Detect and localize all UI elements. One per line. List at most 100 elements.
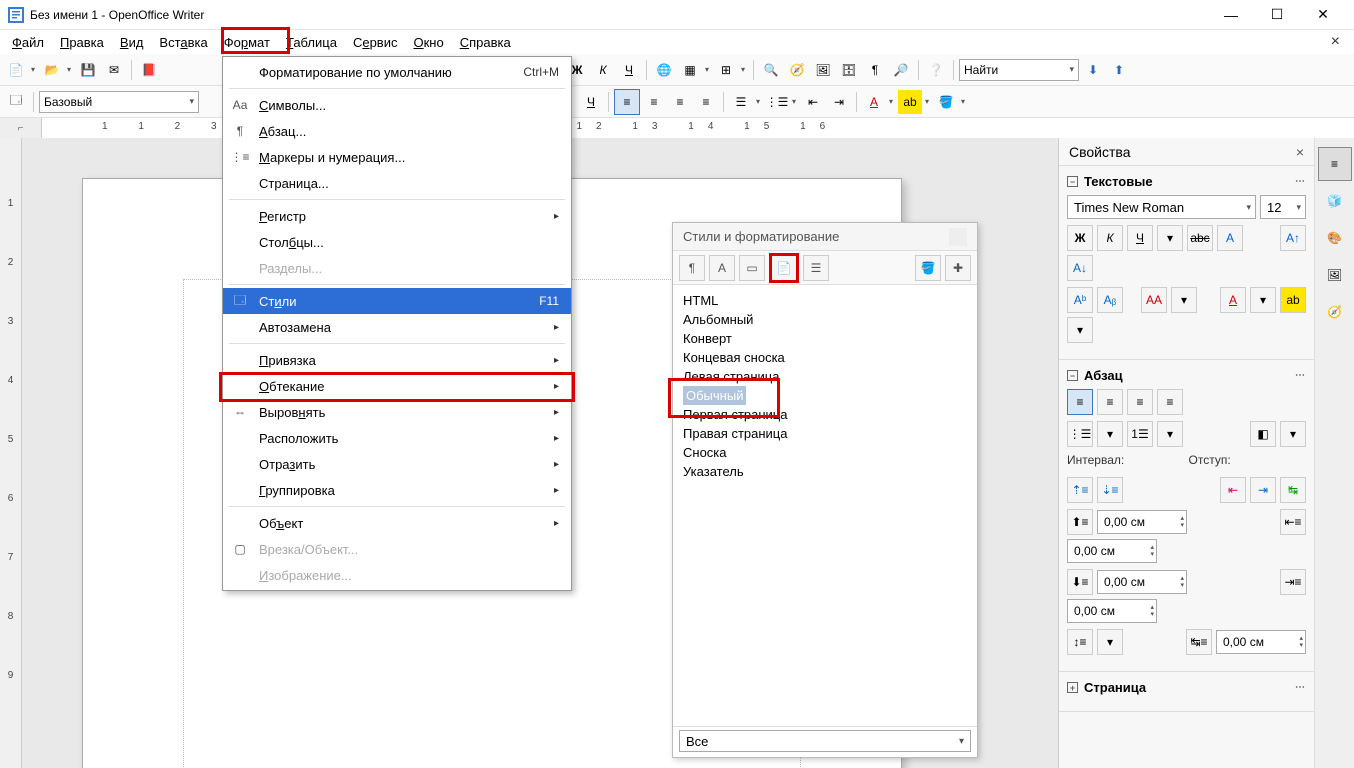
help-icon[interactable]: ❔ (924, 58, 948, 82)
style-item[interactable]: Конверт (681, 329, 969, 348)
para-align-center[interactable]: ≡ (1097, 389, 1123, 415)
menu-flip[interactable]: Отразить▸ (223, 451, 571, 477)
underline-drop[interactable]: ▾ (1157, 225, 1183, 251)
char-styles-icon[interactable]: A (709, 255, 735, 281)
tab-gallery-icon[interactable]: 🎨 (1318, 221, 1352, 255)
collapse-icon[interactable]: − (1067, 370, 1078, 381)
italic-button[interactable]: К (1097, 225, 1123, 251)
bg-button[interactable]: ◧ (1250, 421, 1276, 447)
spacing-inc-button[interactable]: ⇡≡ (1067, 477, 1093, 503)
menu-columns[interactable]: Столбцы... (223, 229, 571, 255)
indent-dec-button[interactable]: ⇤ (1220, 477, 1246, 503)
line-spacing-drop[interactable]: ▾ (1097, 629, 1123, 655)
save-icon[interactable]: 💾 (76, 58, 100, 82)
indent-right-spin[interactable]: 0,00 см (1067, 599, 1157, 623)
menu-case[interactable]: Регистр▸ (223, 203, 571, 229)
navigator-icon[interactable]: 🧭 (785, 58, 809, 82)
style-item[interactable]: Правая страница (681, 424, 969, 443)
align-left-icon[interactable]: ≡ (614, 89, 640, 115)
menu-default-formatting[interactable]: Форматирование по умолчанию Ctrl+M (223, 59, 571, 85)
menu-view[interactable]: Вид (112, 32, 152, 53)
para-styles-icon[interactable]: ¶ (679, 255, 705, 281)
nonprinting-chars-icon[interactable]: ¶ (863, 58, 887, 82)
new-style-icon[interactable]: ✚ (945, 255, 971, 281)
bg-drop[interactable]: ▾ (1280, 421, 1306, 447)
shadow-button[interactable]: A (1217, 225, 1243, 251)
menu-bullets[interactable]: ⋮≡Маркеры и нумерация... (223, 144, 571, 170)
para-align-left[interactable]: ≡ (1067, 389, 1093, 415)
spacing-button[interactable]: АА (1141, 287, 1167, 313)
gallery-icon[interactable]: 🖼 (811, 58, 835, 82)
menu-arrange[interactable]: Расположить▸ (223, 425, 571, 451)
open-icon[interactable]: 📂 (40, 58, 64, 82)
style-item[interactable]: Левая страница (681, 367, 969, 386)
space-below-spin[interactable]: 0,00 см (1097, 570, 1187, 594)
underline-button[interactable]: Ч (1127, 225, 1153, 251)
more-icon[interactable]: ⋯ (1295, 370, 1306, 381)
find-next-icon[interactable]: ⬆ (1107, 58, 1131, 82)
spacing-drop[interactable]: ▾ (1171, 287, 1197, 313)
page-styles-icon[interactable]: 📄 (769, 253, 799, 283)
datasource-icon[interactable]: 🗄 (837, 58, 861, 82)
menu-insert[interactable]: Вставка (151, 32, 215, 53)
highlight-drop[interactable]: ▾ (1067, 317, 1093, 343)
grid-icon[interactable]: ⊞ (714, 58, 738, 82)
menu-window[interactable]: Окно (405, 32, 451, 53)
font-name-combo[interactable]: Times New Roman (1067, 195, 1256, 219)
space-above-spin[interactable]: 0,00 см (1097, 510, 1187, 534)
export-pdf-icon[interactable]: 📕 (137, 58, 161, 82)
bullets-button[interactable]: ⋮☰ (1067, 421, 1093, 447)
style-item[interactable]: Концевая сноска (681, 348, 969, 367)
bold-button[interactable]: Ж (1067, 225, 1093, 251)
new-doc-dropdown[interactable]: ▾ (28, 65, 38, 74)
align-justify-icon[interactable]: ≡ (694, 90, 718, 114)
menu-group[interactable]: Группировка▸ (223, 477, 571, 503)
menu-autocorrect[interactable]: Автозамена▸ (223, 314, 571, 340)
collapse-icon[interactable]: − (1067, 176, 1078, 187)
menu-table[interactable]: Таблица (278, 32, 345, 53)
style-item[interactable]: Сноска (681, 443, 969, 462)
indent-inc-button[interactable]: ⇥ (1250, 477, 1276, 503)
bullets-drop[interactable]: ▾ (1097, 421, 1123, 447)
highlight-color-icon[interactable]: ab (898, 90, 922, 114)
font-color-icon[interactable]: А (862, 90, 886, 114)
menu-tools[interactable]: Сервис (345, 32, 406, 53)
first-line-button[interactable]: ↹ (1280, 477, 1306, 503)
sidebar-close-icon[interactable]: × (1296, 144, 1304, 160)
para-align-justify[interactable]: ≡ (1157, 389, 1183, 415)
style-item[interactable]: HTML (681, 291, 969, 310)
line-spacing-icon[interactable]: ↕≡ (1067, 629, 1093, 655)
zoom-icon[interactable]: 🔎 (889, 58, 913, 82)
menu-edit[interactable]: Правка (52, 32, 112, 53)
subscript-button[interactable]: Aᵦ (1097, 287, 1123, 313)
menu-symbols[interactable]: АаСимволы... (223, 92, 571, 118)
style-item-selected[interactable]: Обычный (681, 386, 969, 405)
close-doc-button[interactable]: × (1331, 33, 1340, 51)
indent-left-spin[interactable]: 0,00 см (1067, 539, 1157, 563)
style-item[interactable]: Альбомный (681, 310, 969, 329)
increase-indent-icon[interactable]: ⇥ (827, 90, 851, 114)
numbers-drop[interactable]: ▾ (1157, 421, 1183, 447)
bullet-list-icon[interactable]: ⋮☰ (765, 90, 789, 114)
frame-styles-icon[interactable]: ▭ (739, 255, 765, 281)
para-align-right[interactable]: ≡ (1127, 389, 1153, 415)
align-center-icon[interactable]: ≡ (642, 90, 666, 114)
menu-format[interactable]: Формат (216, 32, 278, 53)
email-icon[interactable]: ✉ (102, 58, 126, 82)
table-icon[interactable]: ▦ (678, 58, 702, 82)
styles-window-icon[interactable]: 🗔 (4, 90, 28, 114)
menu-anchor[interactable]: Привязка▸ (223, 347, 571, 373)
italic-icon-top[interactable]: К (591, 58, 615, 82)
font-color-button[interactable]: А (1220, 287, 1246, 313)
tab-nav-compass-icon[interactable]: 🧭 (1318, 295, 1352, 329)
hyperlink-icon[interactable]: 🌐 (652, 58, 676, 82)
open-dropdown[interactable]: ▾ (64, 65, 74, 74)
spacing-dec-button[interactable]: ⇣≡ (1097, 477, 1123, 503)
decrease-indent-icon[interactable]: ⇤ (801, 90, 825, 114)
list-styles-icon[interactable]: ☰ (803, 255, 829, 281)
menu-page[interactable]: Страница... (223, 170, 571, 196)
shrink-font-button[interactable]: A↓ (1067, 255, 1093, 281)
style-item[interactable]: Первая страница (681, 405, 969, 424)
strikethrough-button[interactable]: abc (1187, 225, 1213, 251)
styles-list[interactable]: HTML Альбомный Конверт Концевая сноска Л… (673, 285, 977, 727)
